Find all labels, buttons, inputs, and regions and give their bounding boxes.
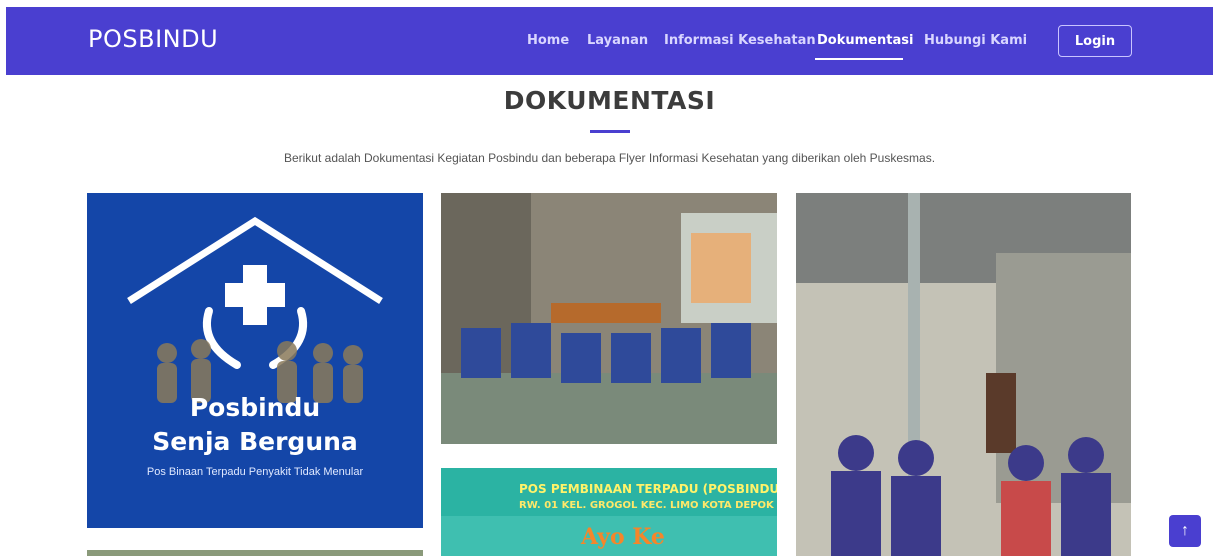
- nav-home[interactable]: Home: [527, 33, 569, 48]
- logo-title-posbindu: Posbindu: [189, 393, 321, 422]
- flyer-heading: POS PEMBINAAN TERPADU (POSBINDU): [519, 482, 777, 496]
- login-button[interactable]: Login: [1058, 25, 1132, 57]
- nav-dokumentasi[interactable]: Dokumentasi: [817, 33, 913, 48]
- flyer-address: RW. 01 KEL. GROGOL KEC. LIMO KOTA DEPOK: [519, 500, 774, 511]
- active-nav-indicator: [815, 58, 903, 60]
- nav-informasi-kesehatan[interactable]: Informasi Kesehatan: [664, 33, 816, 48]
- people-photo-image: [796, 193, 1131, 556]
- title-divider: [590, 130, 630, 133]
- flyer-big-text: Ayo Ke: [581, 524, 665, 550]
- gallery-item-room-photo[interactable]: [441, 193, 777, 444]
- gallery-item-people-photo[interactable]: [796, 193, 1131, 556]
- back-to-top-button[interactable]: ↑: [1169, 515, 1201, 547]
- page-title: DOKUMENTASI: [503, 86, 716, 115]
- arrow-up-icon: ↑: [1181, 522, 1189, 539]
- nav-menu: Home Layanan Informasi Kesehatan Dokumen…: [6, 7, 1213, 75]
- logo-caption: Pos Binaan Terpadu Penyakit Tidak Menula…: [146, 466, 364, 478]
- logo-title-senja-berguna: Senja Berguna: [152, 427, 358, 456]
- nav-layanan[interactable]: Layanan: [587, 33, 648, 48]
- gallery-item-partial[interactable]: [87, 550, 423, 556]
- nav-hubungi-kami[interactable]: Hubungi Kami: [924, 33, 1027, 48]
- gallery-item-flyer[interactable]: POS PEMBINAAN TERPADU (POSBINDU) RW. 01 …: [441, 468, 777, 556]
- gallery-item-logo[interactable]: Posbindu Senja Berguna Pos Binaan Terpad…: [87, 193, 423, 528]
- room-photo-image: [441, 193, 777, 444]
- section-description: Berikut adalah Dokumentasi Kegiatan Posb…: [283, 151, 936, 165]
- navbar: POSBINDU Home Layanan Informasi Kesehata…: [6, 7, 1213, 75]
